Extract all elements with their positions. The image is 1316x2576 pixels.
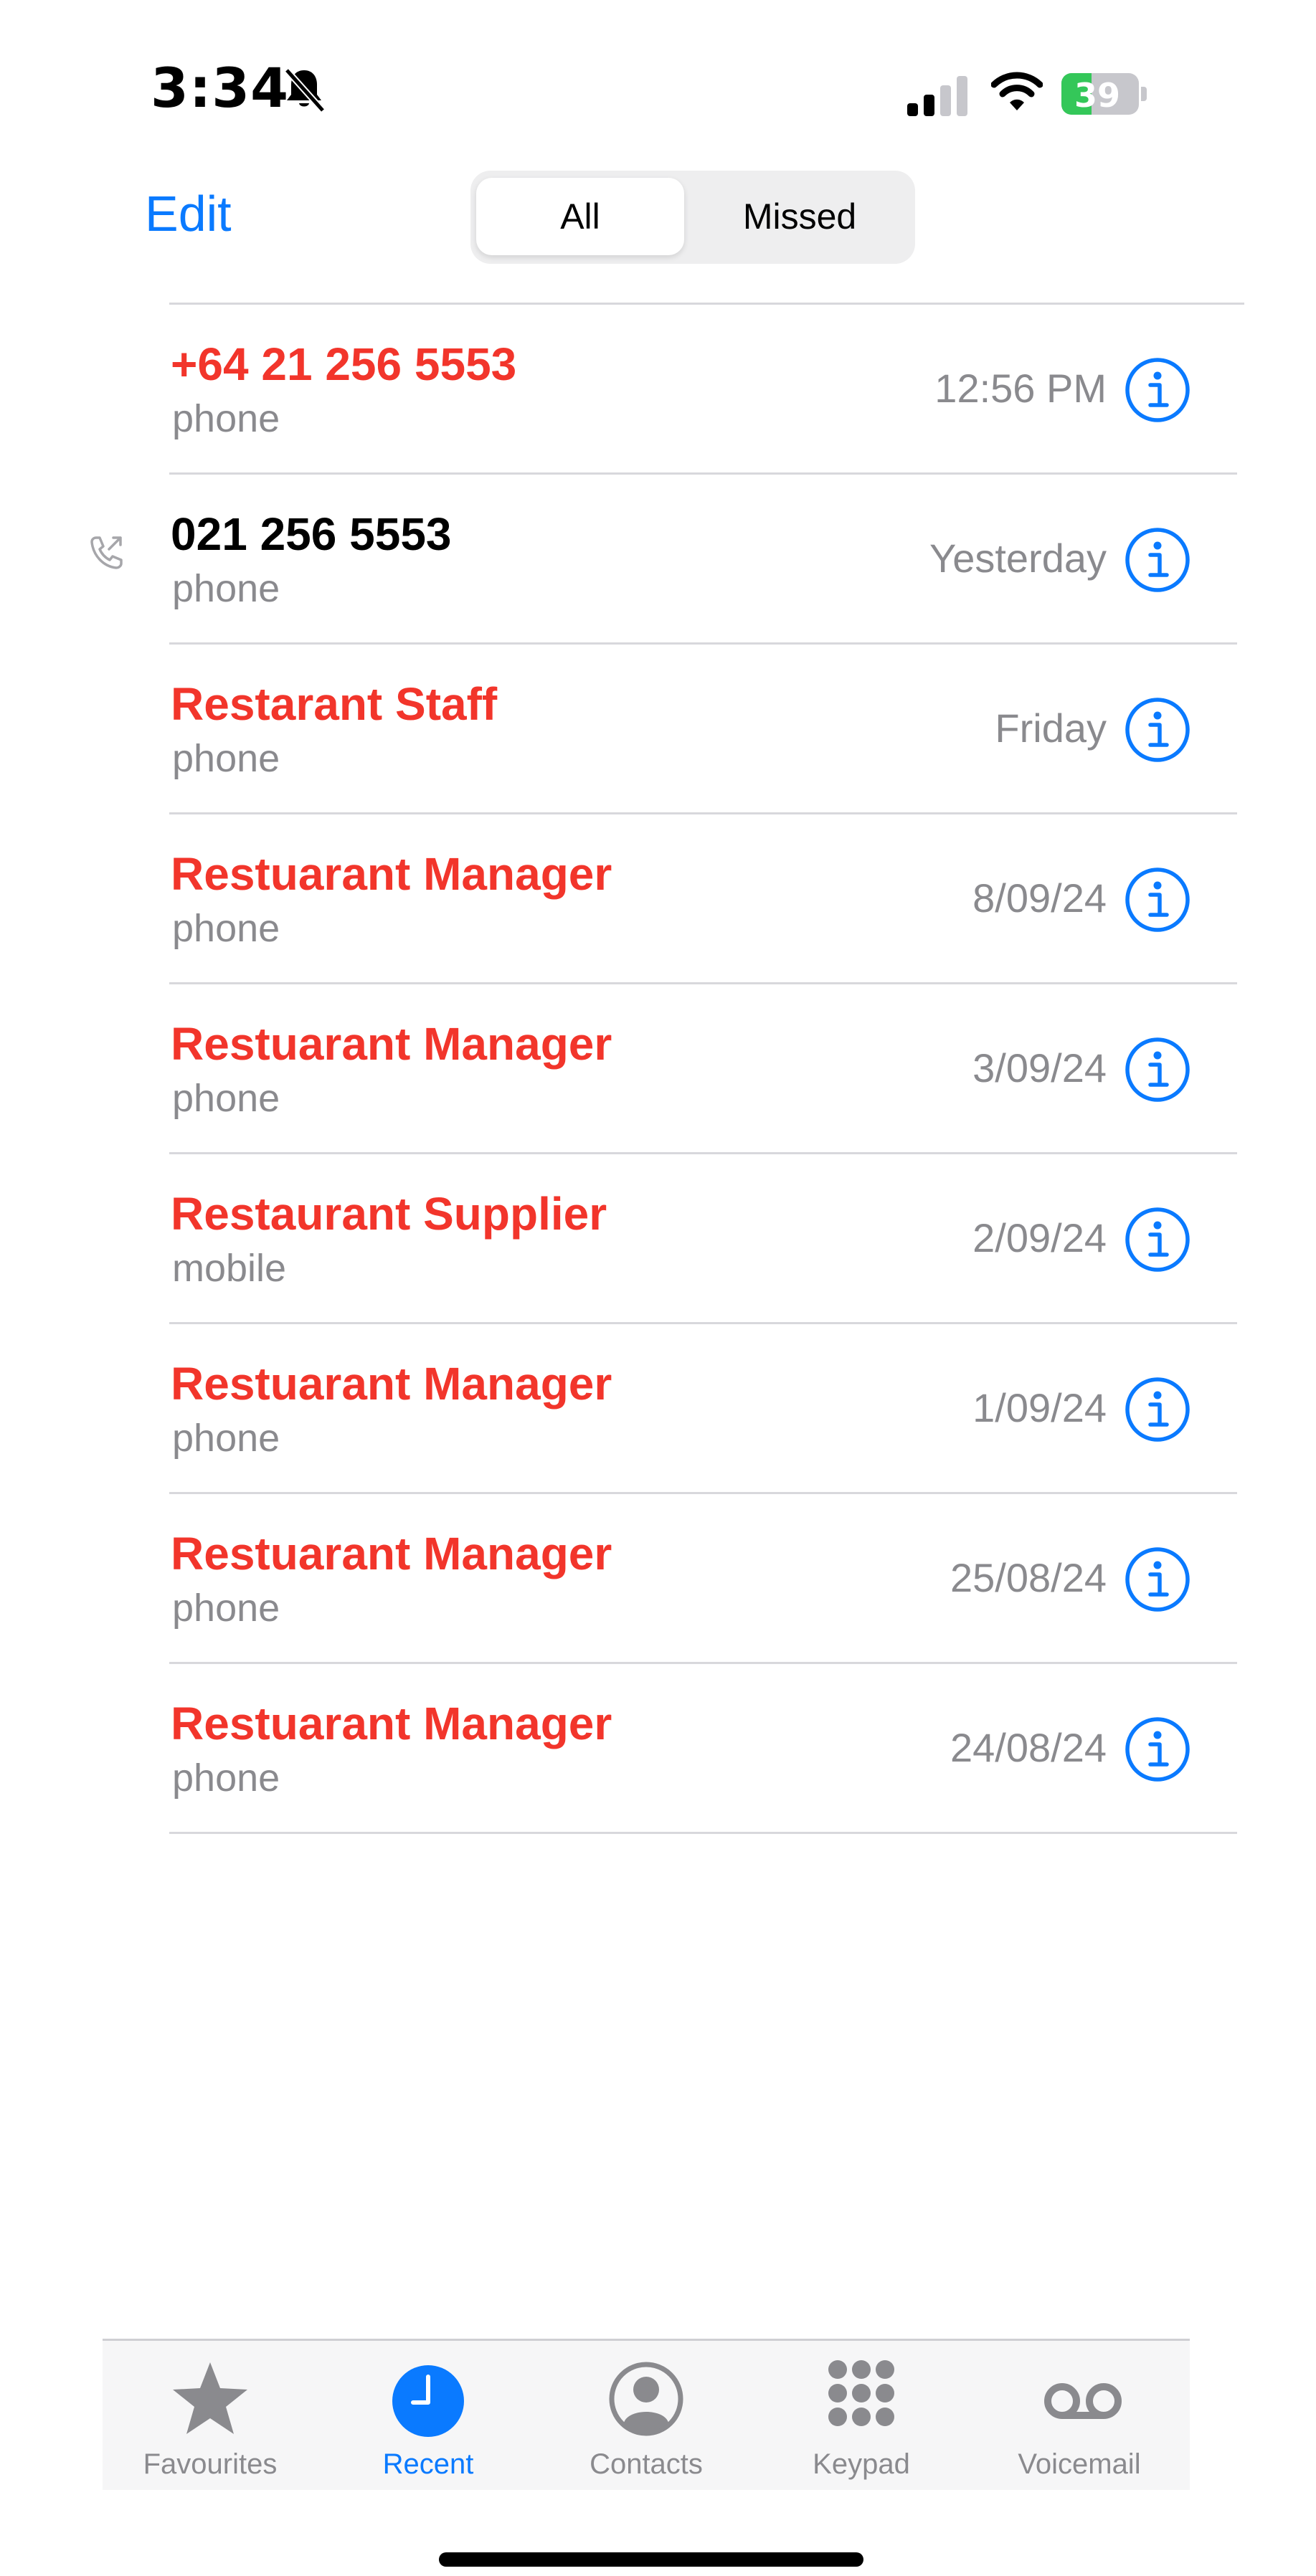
call-time: Yesterday xyxy=(929,536,1107,581)
caller-name: Restaurant Supplier xyxy=(171,1188,607,1240)
tab-bar: Favourites Recent Contacts Keypad Voicem… xyxy=(103,2339,1190,2490)
caller-name: Restuarant Manager xyxy=(171,848,612,900)
call-time: 1/09/24 xyxy=(972,1385,1107,1430)
caller-name: Restarant Staff xyxy=(171,678,498,730)
row-divider xyxy=(169,1832,1237,1834)
caller-name: Restuarant Manager xyxy=(171,1358,612,1410)
cellular-signal-icon xyxy=(907,76,967,116)
info-icon[interactable] xyxy=(1124,1376,1191,1443)
status-bar: 3:34 39 xyxy=(0,0,1316,143)
info-icon[interactable] xyxy=(1124,1716,1191,1783)
call-time: 25/08/24 xyxy=(950,1555,1107,1600)
outgoing-call-icon xyxy=(90,536,123,569)
info-icon[interactable] xyxy=(1124,1206,1191,1273)
battery-level: 39 xyxy=(1074,76,1120,115)
caller-name: Restuarant Manager xyxy=(171,1698,612,1749)
status-time: 3:34 xyxy=(151,56,290,120)
info-icon[interactable] xyxy=(1124,526,1191,594)
caller-name: +64 21 256 5553 xyxy=(171,338,517,390)
tab-contacts[interactable]: Contacts xyxy=(539,2341,754,2490)
call-time: 24/08/24 xyxy=(950,1725,1107,1770)
tab-keypad[interactable]: Keypad xyxy=(754,2341,969,2490)
segment-all[interactable]: All xyxy=(476,178,684,255)
call-time: 2/09/24 xyxy=(972,1215,1107,1260)
call-type-label: phone xyxy=(172,397,280,440)
call-time: 8/09/24 xyxy=(972,875,1107,921)
person-circle-icon xyxy=(609,2362,683,2436)
info-icon[interactable] xyxy=(1124,696,1191,764)
call-row[interactable]: Restaurant Supplier mobile 2/09/24 xyxy=(0,1154,1316,1324)
call-row[interactable]: Restuarant Manager phone 1/09/24 xyxy=(0,1324,1316,1494)
info-icon[interactable] xyxy=(1124,866,1191,933)
wifi-icon xyxy=(991,72,1043,110)
call-row[interactable]: Restuarant Manager phone 3/09/24 xyxy=(0,984,1316,1154)
edit-button[interactable]: Edit xyxy=(145,185,232,242)
segment-missed[interactable]: Missed xyxy=(690,178,909,255)
call-type-label: phone xyxy=(172,1757,280,1800)
info-icon[interactable] xyxy=(1124,1546,1191,1613)
clock-icon xyxy=(392,2365,464,2437)
tab-label: Recent xyxy=(382,2448,474,2480)
tab-favourites[interactable]: Favourites xyxy=(103,2341,318,2490)
call-time: 12:56 PM xyxy=(934,366,1107,411)
call-time: Friday xyxy=(995,705,1107,751)
call-type-label: mobile xyxy=(172,1247,287,1290)
call-type-label: phone xyxy=(172,1587,280,1630)
tab-label: Contacts xyxy=(590,2448,703,2480)
segmented-control: All Missed xyxy=(470,171,915,264)
star-icon xyxy=(173,2362,247,2434)
call-time: 3/09/24 xyxy=(972,1045,1107,1090)
caller-name: 021 256 5553 xyxy=(171,508,452,560)
caller-name: Restuarant Manager xyxy=(171,1018,612,1070)
call-row[interactable]: Restuarant Manager phone 24/08/24 xyxy=(0,1664,1316,1834)
call-row[interactable]: 021 256 5553 phone Yesterday xyxy=(0,475,1316,645)
info-icon[interactable] xyxy=(1124,356,1191,424)
home-indicator xyxy=(439,2552,863,2567)
keypad-icon xyxy=(828,2360,894,2426)
silent-bell-icon xyxy=(284,68,326,113)
battery-icon: 39 xyxy=(1061,73,1147,115)
voicemail-icon xyxy=(1044,2383,1122,2419)
tab-label: Favourites xyxy=(143,2448,278,2480)
call-row[interactable]: Restuarant Manager phone 25/08/24 xyxy=(0,1494,1316,1664)
info-icon[interactable] xyxy=(1124,1036,1191,1103)
call-type-label: phone xyxy=(172,567,280,610)
call-type-label: phone xyxy=(172,1077,280,1120)
call-row[interactable]: Restuarant Manager phone 8/09/24 xyxy=(0,814,1316,984)
call-type-label: phone xyxy=(172,737,280,780)
tab-label: Voicemail xyxy=(1018,2448,1141,2480)
call-type-label: phone xyxy=(172,1417,280,1460)
tab-label: Keypad xyxy=(813,2448,910,2480)
call-row[interactable]: +64 21 256 5553 phone 12:56 PM xyxy=(0,305,1316,475)
call-type-label: phone xyxy=(172,907,280,950)
call-row[interactable]: Restarant Staff phone Friday xyxy=(0,645,1316,814)
tab-voicemail[interactable]: Voicemail xyxy=(972,2341,1187,2490)
caller-name: Restuarant Manager xyxy=(171,1528,612,1579)
tab-recent[interactable]: Recent xyxy=(321,2341,536,2490)
